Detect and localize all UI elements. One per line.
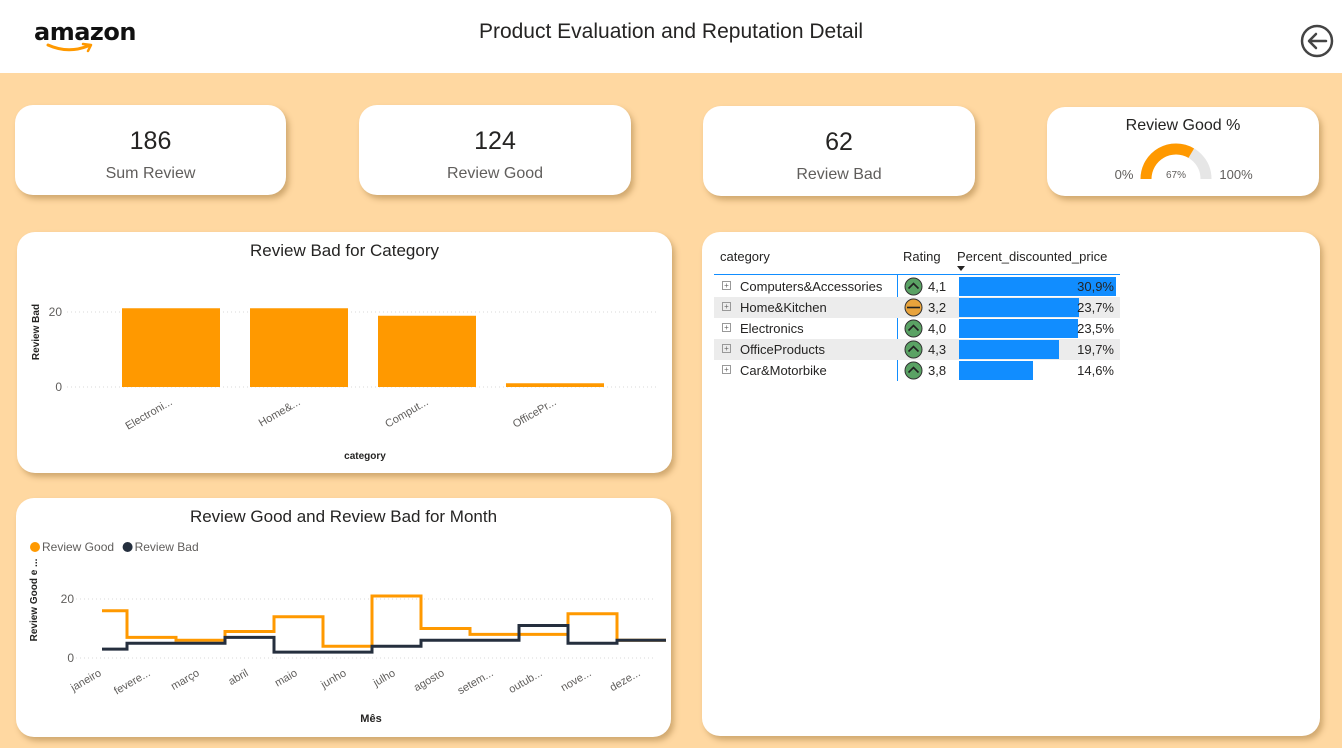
- cell-category: Home&Kitchen: [740, 300, 827, 315]
- cell-category: Electronics: [740, 321, 804, 336]
- neutral-circle-icon: [904, 298, 923, 317]
- data-bar: [959, 361, 1034, 380]
- cell-category: Computers&Accessories: [740, 279, 883, 294]
- up-arrow-circle-icon: [904, 319, 923, 338]
- sort-descending-icon[interactable]: [957, 266, 967, 272]
- legend-label[interactable]: Review Bad: [135, 540, 199, 554]
- back-arrow-icon[interactable]: [1300, 24, 1334, 58]
- line-y-tick-label: 0: [67, 651, 74, 665]
- data-bar: [959, 298, 1080, 317]
- data-bar: [959, 319, 1079, 338]
- line-y-axis-label: Review Good e ...: [29, 558, 40, 641]
- line-x-tick-label: julho: [370, 667, 397, 690]
- bar-x-tick-label: Electroni...: [123, 396, 174, 432]
- kpi-label: Review Bad: [796, 166, 882, 183]
- line-x-tick-label: agosto: [412, 667, 447, 694]
- line-chart-card: Review Good and Review Bad for Month Rev…: [16, 498, 671, 737]
- bar-y-tick-label: 20: [49, 305, 63, 319]
- kpi-value: 62: [825, 128, 853, 156]
- cell-percent: 23,5%: [1077, 321, 1114, 336]
- header-divider: [714, 274, 1120, 275]
- kpi-label: Review Good: [446, 165, 544, 182]
- cell-percent: 14,6%: [1077, 363, 1114, 378]
- bar-chart-card: Review Bad for Category 0 20 Electroni...…: [17, 232, 672, 473]
- line-x-tick-label: abril: [226, 667, 250, 688]
- expand-icon[interactable]: +: [722, 323, 731, 332]
- table-row[interactable]: + Computers&Accessories 4,1 30,9%: [714, 276, 1120, 297]
- line-x-tick-label: maio: [273, 667, 300, 689]
- table-row[interactable]: + Home&Kitchen 3,2 23,7%: [714, 297, 1120, 318]
- expand-icon[interactable]: +: [722, 344, 731, 353]
- kpi-card-review-good: 124 Review Good: [359, 105, 631, 195]
- table-row[interactable]: + OfficeProducts 4,3 19,7%: [714, 339, 1120, 360]
- bar[interactable]: [122, 308, 220, 387]
- expand-icon[interactable]: +: [722, 365, 731, 374]
- cell-percent: 23,7%: [1077, 300, 1114, 315]
- gauge-max-label: 100%: [1219, 167, 1253, 182]
- line-x-tick-label: março: [169, 667, 201, 693]
- legend-label[interactable]: Review Good: [42, 540, 114, 554]
- kpi-card-review-bad: 62 Review Bad: [703, 106, 975, 196]
- cell-rating: 4,0: [928, 321, 947, 336]
- data-bar: [959, 340, 1060, 359]
- line-x-tick-label: fevere...: [112, 667, 152, 697]
- smile-icon: [46, 42, 93, 53]
- cell-rating: 3,2: [928, 300, 947, 315]
- line-x-tick-label: janeiro: [68, 667, 103, 694]
- gauge-chart[interactable]: 0% 100% 67%: [1047, 107, 1319, 196]
- gauge-min-label: 0%: [1115, 167, 1134, 182]
- expand-icon[interactable]: +: [722, 302, 731, 311]
- bar[interactable]: [378, 315, 476, 387]
- bar-chart[interactable]: 0 20 Electroni... Home&... Comput... OfficeP…: [17, 232, 672, 473]
- cell-percent: 19,7%: [1077, 342, 1114, 357]
- line-x-tick-label: setem...: [456, 667, 496, 697]
- cell-category: Car&Motorbike: [740, 363, 827, 378]
- kpi-value: 186: [129, 127, 172, 155]
- table-card: category Rating Percent_discounted_price…: [702, 232, 1320, 736]
- line-x-tick-label: outub...: [507, 667, 545, 696]
- page-title: Product Evaluation and Reputation Detail: [478, 20, 864, 43]
- kpi-card-sum-review: 186 Sum Review: [15, 105, 286, 195]
- line-y-tick-label: 20: [61, 592, 75, 606]
- bar-x-tick-label: Comput...: [383, 396, 430, 430]
- legend-marker: [30, 542, 40, 552]
- line-x-tick-label: nove...: [559, 667, 594, 694]
- gauge-card: Review Good % 0% 100% 67%: [1047, 107, 1319, 196]
- line-x-axis-label: Mês: [360, 713, 381, 725]
- up-arrow-circle-icon: [904, 340, 923, 359]
- bar-x-tick-label: Home&...: [257, 396, 303, 429]
- page-header: amazon Product Evaluation and Reputation…: [0, 0, 1342, 73]
- table-row[interactable]: + Car&Motorbike 3,8 14,6%: [714, 360, 1120, 381]
- up-arrow-circle-icon: [904, 277, 923, 296]
- line-chart[interactable]: Review Good Review Bad 0 20 janeiro fevere.…: [16, 498, 671, 737]
- bar-x-axis-label: category: [344, 451, 386, 462]
- legend-marker: [122, 542, 133, 552]
- line-x-tick-label: deze...: [608, 667, 643, 694]
- expand-icon[interactable]: +: [722, 281, 731, 290]
- cell-rating: 3,8: [928, 363, 947, 378]
- cell-rating: 4,1: [928, 279, 947, 294]
- table-row[interactable]: + Electronics 4,0 23,5%: [714, 318, 1120, 339]
- bar-x-tick-label: OfficePr...: [511, 396, 559, 430]
- line-x-tick-label: junho: [318, 667, 348, 691]
- bar-y-tick-label: 0: [55, 380, 62, 394]
- header-rating[interactable]: Rating: [903, 249, 941, 264]
- up-arrow-circle-icon: [904, 361, 923, 380]
- bar[interactable]: [506, 383, 604, 387]
- cell-percent: 30,9%: [1077, 279, 1114, 294]
- cell-rating: 4,3: [928, 342, 947, 357]
- series-line[interactable]: [102, 594, 666, 648]
- header-percent-discounted-price[interactable]: Percent_discounted_price: [957, 249, 1107, 264]
- kpi-label: Sum Review: [105, 165, 196, 182]
- gauge-value-label: 67%: [1166, 170, 1186, 181]
- header-category[interactable]: category: [720, 249, 770, 264]
- cell-category: OfficeProducts: [740, 342, 826, 357]
- bar-y-axis-label: Review Bad: [31, 304, 42, 360]
- bar[interactable]: [250, 308, 348, 387]
- kpi-value: 124: [474, 127, 516, 155]
